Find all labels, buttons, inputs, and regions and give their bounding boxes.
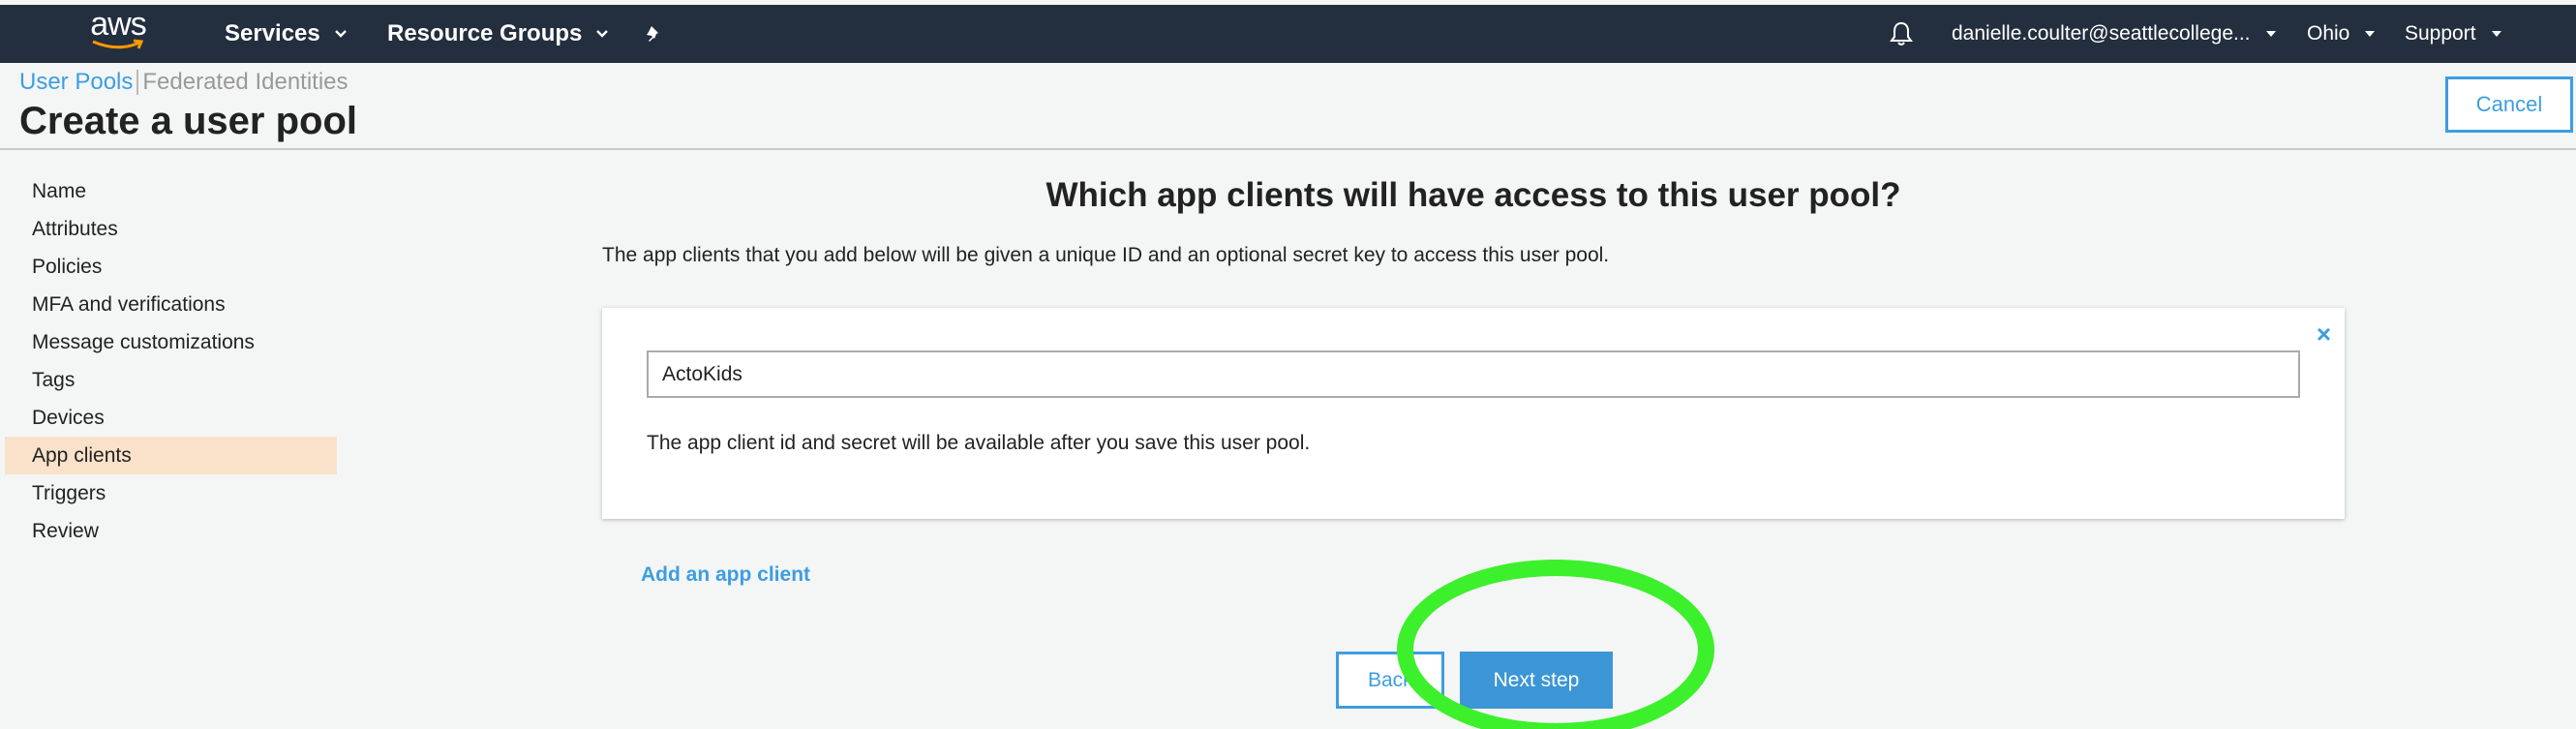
aws-logo-text: aws <box>90 6 146 43</box>
cancel-button[interactable]: Cancel <box>2445 76 2573 133</box>
bell-icon[interactable] <box>1889 5 1914 63</box>
sidebar-item-attributes[interactable]: Attributes <box>5 210 337 248</box>
top-navbar: aws Services Resource Groups danielle.co… <box>0 5 2576 63</box>
caret-down-icon <box>2491 31 2501 37</box>
aws-smile-icon <box>92 39 144 49</box>
region-menu[interactable]: Ohio <box>2307 5 2377 63</box>
back-button[interactable]: Back <box>1336 652 1444 709</box>
support-menu[interactable]: Support <box>2405 5 2503 63</box>
breadcrumb-federated-identities[interactable]: Federated Identities <box>142 69 348 96</box>
sidebar-item-policies[interactable]: Policies <box>5 248 337 286</box>
chevron-down-icon <box>596 30 609 38</box>
sidebar-item-tags[interactable]: Tags <box>5 361 337 399</box>
add-app-client-link[interactable]: Add an app client <box>641 563 810 587</box>
account-label: danielle.coulter@seattlecollege... <box>1952 22 2251 45</box>
section-heading: Which app clients will have access to th… <box>1046 176 1901 214</box>
app-client-note: The app client id and secret will be ava… <box>647 432 1311 454</box>
aws-logo[interactable]: aws <box>85 5 151 63</box>
resource-groups-label: Resource Groups <box>387 20 583 46</box>
sidebar-item-review[interactable]: Review <box>5 512 337 550</box>
sidebar-item-mfa-verifications[interactable]: MFA and verifications <box>5 286 337 323</box>
next-step-button[interactable]: Next step <box>1460 652 1613 709</box>
pin-shape <box>647 26 658 42</box>
page-header: User Pools Federated Identities Create a… <box>0 63 2576 150</box>
services-label: Services <box>225 20 320 46</box>
bell-shape <box>1890 21 1913 46</box>
wizard-steps-sidebar: Name Attributes Policies MFA and verific… <box>5 172 337 550</box>
account-menu[interactable]: danielle.coulter@seattlecollege... <box>1952 5 2278 63</box>
sidebar-item-triggers[interactable]: Triggers <box>5 474 337 512</box>
services-menu[interactable]: Services <box>225 5 348 63</box>
caret-down-icon <box>2365 31 2376 37</box>
sidebar-item-name[interactable]: Name <box>5 172 337 210</box>
pin-icon[interactable] <box>644 5 665 63</box>
section-description: The app clients that you add below will … <box>602 244 1610 266</box>
breadcrumb-divider <box>136 70 139 95</box>
sidebar-item-devices[interactable]: Devices <box>5 399 337 437</box>
breadcrumb-user-pools[interactable]: User Pools <box>19 69 133 96</box>
app-client-card: × The app client id and secret will be a… <box>602 308 2345 519</box>
caret-down-icon <box>2265 31 2276 37</box>
support-label: Support <box>2405 22 2476 45</box>
sidebar-item-message-customizations[interactable]: Message customizations <box>5 323 337 361</box>
page-title: Create a user pool <box>19 100 358 142</box>
sidebar-item-app-clients[interactable]: App clients <box>5 437 337 474</box>
region-label: Ohio <box>2307 22 2350 45</box>
chevron-down-icon <box>334 30 347 38</box>
remove-client-icon[interactable]: × <box>2317 321 2331 347</box>
app-client-name-input[interactable] <box>647 350 2300 398</box>
breadcrumb: User Pools Federated Identities <box>19 69 349 96</box>
resource-groups-menu[interactable]: Resource Groups <box>387 5 609 63</box>
